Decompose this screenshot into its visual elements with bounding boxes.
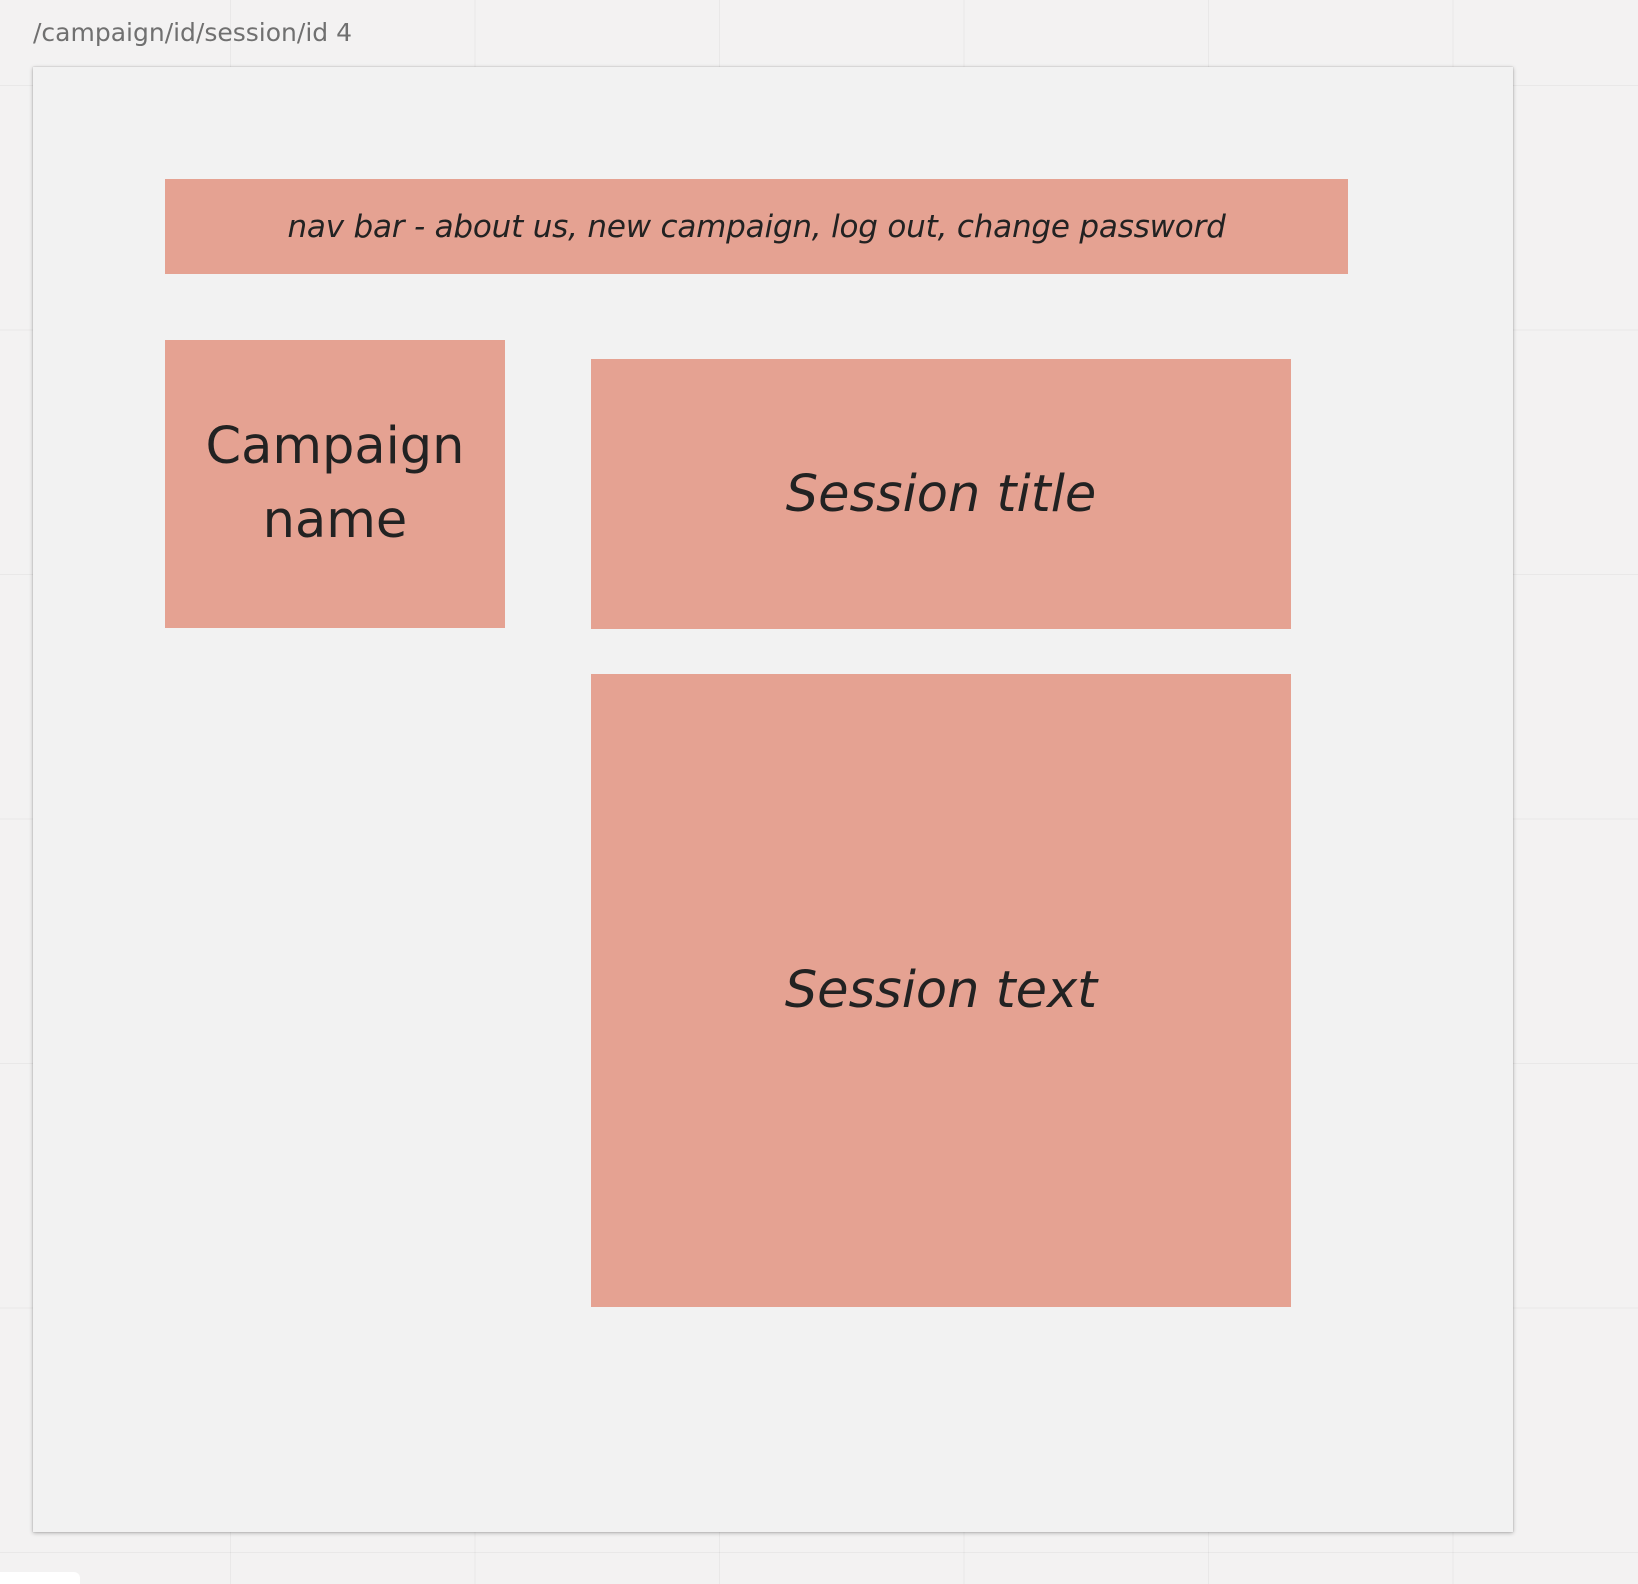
nav-bar-note[interactable]: nav bar - about us, new campaign, log ou…	[165, 179, 1348, 274]
frame-title[interactable]: /campaign/id/session/id 4	[33, 18, 352, 47]
campaign-name-note[interactable]: Campaign name	[165, 340, 505, 628]
session-title-note[interactable]: Session title	[591, 359, 1291, 629]
session-text-note[interactable]: Session text	[591, 674, 1291, 1307]
canvas-corner-tab	[0, 1572, 80, 1584]
wireframe-frame[interactable]: nav bar - about us, new campaign, log ou…	[33, 67, 1513, 1532]
